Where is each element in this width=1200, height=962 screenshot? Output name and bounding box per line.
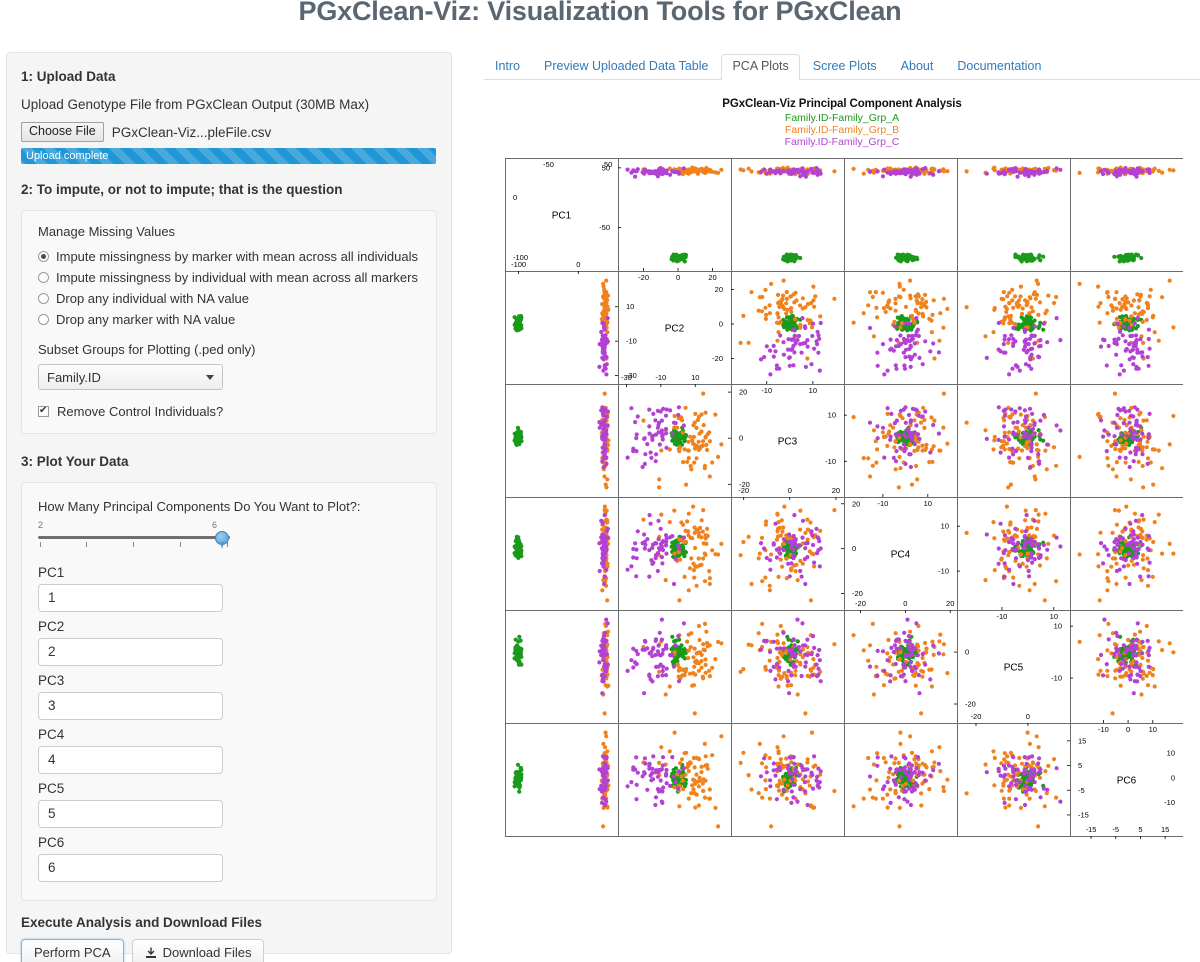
pc5-input[interactable]: 5 (38, 800, 223, 828)
download-icon (145, 947, 156, 959)
pc1-input[interactable]: 1 (38, 584, 223, 612)
num-pcs-slider[interactable]: 2 6 (38, 520, 230, 558)
pc1-label: PC1 (38, 565, 65, 580)
pc6-input[interactable]: 6 (38, 854, 223, 882)
upload-instruction: Upload Genotype File from PGxClean Outpu… (21, 97, 370, 112)
slider-ticks (38, 542, 230, 550)
plot-legend: Family.ID-Family_Grp_A Family.ID-Family_… (484, 112, 1200, 148)
slider-handle[interactable] (215, 531, 229, 545)
radio-label: Impute missingness by marker with mean a… (56, 249, 418, 264)
num-pcs-label: How Many Principal Components Do You Wan… (38, 499, 361, 514)
radio-icon[interactable] (38, 314, 49, 325)
remove-control-checkbox-row[interactable]: Remove Control Individuals? (38, 404, 420, 419)
tab-about[interactable]: About (890, 54, 945, 80)
tab-pca-plots[interactable]: PCA Plots (721, 54, 800, 80)
subset-groups-value: Family.ID (47, 369, 101, 385)
radio-icon[interactable] (38, 293, 49, 304)
main-panel: Intro Preview Uploaded Data Table PCA Pl… (484, 52, 1200, 839)
manage-missing-values-label: Manage Missing Values (38, 224, 176, 239)
chevron-down-icon (206, 374, 214, 380)
perform-pca-button[interactable]: Perform PCA (21, 939, 124, 962)
step3-heading: 3: Plot Your Data (21, 454, 129, 469)
step1-heading: 1: Upload Data (21, 69, 116, 84)
legend-entry-c: Family.ID-Family_Grp_C (784, 136, 900, 148)
subset-groups-select[interactable]: Family.ID (38, 364, 223, 390)
file-input-row: Choose File PGxClean-Viz...pleFile.csv (21, 121, 437, 143)
pc2-input[interactable]: 2 (38, 638, 223, 666)
radio-label: Drop any individual with NA value (56, 291, 249, 306)
subset-groups-label: Subset Groups for Plotting (.ped only) (38, 342, 256, 357)
tab-intro[interactable]: Intro (484, 54, 531, 80)
plot-title: PGxClean-Viz Principal Component Analysi… (722, 98, 962, 110)
radio-drop-marker[interactable]: Drop any marker with NA value (38, 309, 420, 330)
impute-options-panel: Manage Missing Values Impute missingness… (21, 210, 437, 434)
execute-heading: Execute Analysis and Download Files (21, 915, 263, 930)
tab-bar: Intro Preview Uploaded Data Table PCA Pl… (484, 52, 1200, 80)
pc3-label: PC3 (38, 673, 65, 688)
upload-progress-bar: Upload complete (21, 148, 436, 164)
choose-file-button[interactable]: Choose File (21, 121, 104, 143)
pc2-label: PC2 (38, 619, 65, 634)
radio-icon[interactable] (38, 272, 49, 283)
tab-documentation[interactable]: Documentation (946, 54, 1052, 80)
tab-scree-plots[interactable]: Scree Plots (802, 54, 888, 80)
tab-preview-uploaded-data-table[interactable]: Preview Uploaded Data Table (533, 54, 719, 80)
radio-label: Drop any marker with NA value (56, 312, 236, 327)
legend-entry-b: Family.ID-Family_Grp_B (784, 124, 900, 136)
remove-control-label: Remove Control Individuals? (57, 404, 224, 419)
step2-heading: 2: To impute, or not to impute; that is … (21, 182, 343, 197)
pc6-label: PC6 (38, 835, 65, 850)
radio-impute-by-marker[interactable]: Impute missingness by marker with mean a… (38, 246, 420, 267)
plot-options-panel: How Many Principal Components Do You Wan… (21, 482, 437, 901)
download-files-label: Download Files (162, 945, 252, 960)
selected-file-name: PGxClean-Viz...pleFile.csv (111, 124, 272, 140)
slider-min-label: 2 (38, 520, 44, 530)
legend-entry-a: Family.ID-Family_Grp_A (784, 112, 900, 124)
download-files-button[interactable]: Download Files (131, 939, 265, 962)
action-buttons: Perform PCA Download Files (21, 939, 437, 962)
checkbox-icon[interactable] (38, 404, 49, 417)
page-title: PGxClean-Viz: Visualization Tools for PG… (298, 0, 902, 26)
splom-svg: PC1-100-100-50-50005050PC2-30-30-20-20-1… (505, 158, 1183, 839)
pc4-label: PC4 (38, 727, 65, 742)
pc5-label: PC5 (38, 781, 65, 796)
radio-impute-by-individual[interactable]: Impute missingness by individual with me… (38, 267, 420, 288)
pc3-input[interactable]: 3 (38, 692, 223, 720)
app-root: PGxClean-Viz: Visualization Tools for PG… (0, 0, 1200, 962)
radio-label: Impute missingness by individual with me… (56, 270, 418, 285)
slider-track[interactable] (38, 536, 230, 539)
radio-drop-individual[interactable]: Drop any individual with NA value (38, 288, 420, 309)
pc4-input[interactable]: 4 (38, 746, 223, 774)
upload-progress: Upload complete (21, 148, 436, 164)
pca-scatterplot-matrix: PC1 -100 -100 -50 -50 0 0 50 50 PC2 -30 -30 -20 -20 -1… (505, 158, 1183, 840)
control-sidebar: 1: Upload Data Upload Genotype File from… (6, 52, 452, 962)
slider-max-label: 6 (212, 520, 218, 530)
radio-icon[interactable] (38, 251, 49, 262)
